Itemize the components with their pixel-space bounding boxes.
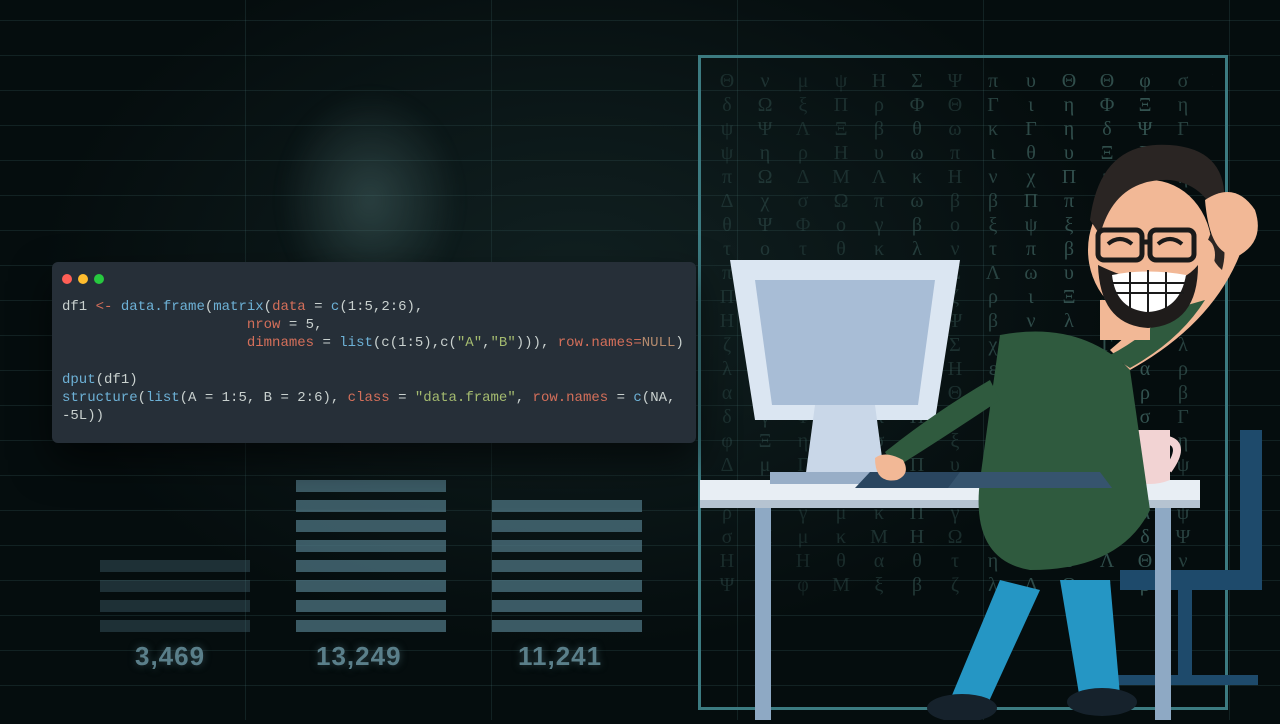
close-icon[interactable] [62, 274, 72, 284]
minimize-icon[interactable] [78, 274, 88, 284]
bar-3 [492, 500, 642, 632]
bar-chart [100, 480, 642, 632]
bar-2 [296, 480, 446, 632]
window-controls [62, 274, 686, 284]
bar-label-2: 13,249 [316, 641, 402, 672]
terminal-window: df1 <- data.frame(matrix(data = c(1:5,2:… [52, 262, 696, 443]
bar-1 [100, 560, 250, 632]
maximize-icon[interactable] [94, 274, 104, 284]
matrix-glyphs: ΘδψψπΔθτπΠΗζλαδφΔζρσΗΨνΩΨηΩχΨοΞπεδυκγΞμΞ… [713, 70, 1213, 695]
code-block: df1 <- data.frame(matrix(data = c(1:5,2:… [62, 298, 686, 425]
bar-label-3: 11,241 [518, 641, 602, 672]
matrix-frame: ΘδψψπΔθτπΠΗζλαδφΔζρσΗΨνΩΨηΩχΨοΞπεδυκγΞμΞ… [698, 55, 1228, 710]
bar-label-1: 3,469 [135, 641, 205, 672]
